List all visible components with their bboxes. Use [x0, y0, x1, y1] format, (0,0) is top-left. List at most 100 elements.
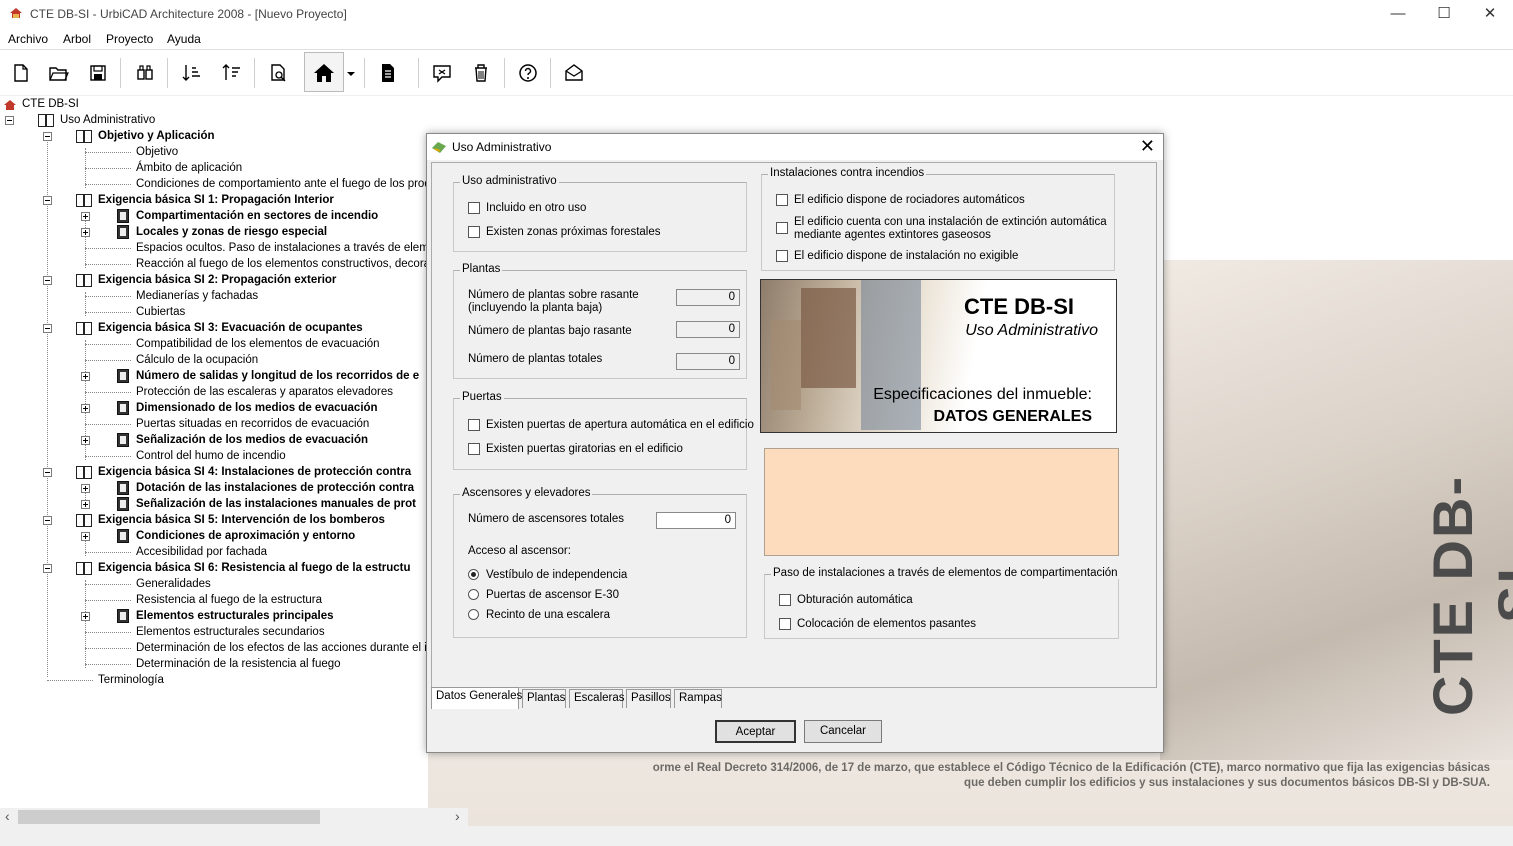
tree-node[interactable]: Terminología [98, 672, 164, 688]
tree-node[interactable]: Exigencia básica SI 2: Propagación exter… [98, 272, 336, 288]
tree-node[interactable]: Número de salidas y longitud de los reco… [136, 368, 419, 384]
expand-icon[interactable] [81, 212, 90, 221]
checkbox-elementos-pasantes[interactable] [779, 618, 791, 630]
radio-vestibulo-independencia[interactable] [468, 569, 479, 580]
plantas-sobre-rasante-input[interactable]: 0 [676, 289, 740, 306]
close-icon[interactable]: ✕ [1467, 0, 1513, 28]
aceptar-button[interactable]: Aceptar [715, 720, 796, 743]
tree-node[interactable]: Elementos estructurales principales [136, 608, 334, 624]
scroll-right-icon[interactable]: › [455, 808, 460, 824]
tree-node[interactable]: Dotación de las instalaciones de protecc… [136, 480, 414, 496]
expand-icon[interactable] [81, 500, 90, 509]
plantas-totales-input[interactable]: 0 [676, 353, 740, 370]
tree-node[interactable]: Exigencia básica SI 6: Resistencia al fu… [98, 560, 411, 576]
project-tree[interactable]: CTE DB-SI Uso Administrativo Objetivo y … [0, 96, 428, 808]
tree-node[interactable]: Exigencia básica SI 3: Evacuación de ocu… [98, 320, 363, 336]
radio-puertas-e30[interactable] [468, 589, 479, 600]
tree-node[interactable]: Compartimentación en sectores de incendi… [136, 208, 378, 224]
mail-icon[interactable] [560, 59, 588, 87]
tree-node[interactable]: Puertas situadas en recorridos de evacua… [136, 416, 369, 432]
tree-node[interactable]: Elementos estructurales secundarios [136, 624, 325, 640]
tree-root[interactable]: CTE DB-SI [22, 96, 79, 112]
checkbox-extincion-automatica[interactable] [776, 222, 788, 234]
tree-node[interactable]: Determinación de los efectos de las acci… [136, 640, 428, 656]
collapse-icon[interactable] [43, 516, 52, 525]
tree-node[interactable]: Señalización de los medios de evacuación [136, 432, 368, 448]
tree-node[interactable]: Exigencia básica SI 1: Propagación Inter… [98, 192, 334, 208]
delete-icon[interactable] [467, 59, 495, 87]
expand-icon[interactable] [81, 372, 90, 381]
expand-icon[interactable] [81, 436, 90, 445]
tree-node[interactable]: Condiciones de comportamiento ante el fu… [136, 176, 428, 192]
checkbox-incluido-otro-uso[interactable] [468, 202, 480, 214]
expand-icon[interactable] [81, 228, 90, 237]
collapse-icon[interactable] [43, 132, 52, 141]
collapse-icon[interactable] [5, 116, 14, 125]
tree-node[interactable]: Ámbito de aplicación [136, 160, 242, 176]
tree-node[interactable]: Protección de las escaleras y aparatos e… [136, 384, 393, 400]
numero-ascensores-input[interactable]: 0 [656, 512, 736, 529]
tree-node[interactable]: Locales y zonas de riesgo especial [136, 224, 327, 240]
tree-node[interactable]: Objetivo [136, 144, 178, 160]
dialog-close-icon[interactable]: ✕ [1140, 136, 1155, 157]
checkbox-puertas-giratorias[interactable] [468, 443, 480, 455]
tree-node[interactable]: Condiciones de aproximación y entorno [136, 528, 355, 544]
help-icon[interactable] [514, 59, 542, 87]
maximize-icon[interactable]: ☐ [1421, 0, 1467, 28]
new-file-icon[interactable] [6, 59, 34, 87]
tree-node[interactable]: Compatibilidad de los elementos de evacu… [136, 336, 380, 352]
tree-node[interactable]: Exigencia básica SI 4: Instalaciones de … [98, 464, 411, 480]
cancelar-button[interactable]: Cancelar [804, 720, 882, 743]
collapse-icon[interactable] [43, 324, 52, 333]
expand-icon[interactable] [81, 484, 90, 493]
scrollbar-thumb[interactable] [18, 810, 320, 824]
menu-proyecto[interactable]: Proyecto [106, 32, 153, 46]
tree-node[interactable]: Control del humo de incendio [136, 448, 286, 464]
document-icon[interactable] [374, 59, 402, 87]
tab-datos-generales[interactable]: Datos Generales [431, 687, 522, 709]
find-icon[interactable] [131, 59, 159, 87]
collapse-icon[interactable] [43, 564, 52, 573]
save-icon[interactable] [84, 59, 112, 87]
checkbox-obturacion-automatica[interactable] [779, 594, 791, 606]
tab-escaleras[interactable]: Escaleras [569, 689, 625, 708]
tree-node[interactable]: Objetivo y Aplicación [98, 128, 215, 144]
radio-recinto-escalera[interactable] [468, 609, 479, 620]
tree-node[interactable]: Medianerías y fachadas [136, 288, 258, 304]
tab-rampas[interactable]: Rampas [674, 689, 722, 708]
collapse-icon[interactable] [43, 468, 52, 477]
tree-node[interactable]: Reacción al fuego de los elementos const… [136, 256, 428, 272]
menu-arbol[interactable]: Arbol [63, 32, 91, 46]
tree-node[interactable]: Cálculo de la ocupación [136, 352, 258, 368]
tree-node[interactable]: Determinación de la resistencia al fuego [136, 656, 341, 672]
collapse-icon[interactable] [43, 276, 52, 285]
tab-pasillos[interactable]: Pasillos [626, 689, 671, 708]
expand-icon[interactable] [81, 404, 90, 413]
home-icon[interactable] [310, 59, 338, 87]
tree-node[interactable]: Generalidades [136, 576, 211, 592]
minimize-icon[interactable]: — [1375, 0, 1421, 28]
tree-node[interactable]: Exigencia básica SI 5: Intervención de l… [98, 512, 385, 528]
expand-icon[interactable] [81, 612, 90, 621]
tree-node[interactable]: Dimensionado de los medios de evacuación [136, 400, 378, 416]
menu-ayuda[interactable]: Ayuda [167, 32, 201, 46]
tree-node[interactable]: Uso Administrativo [60, 112, 155, 128]
tree-node[interactable]: Accesibilidad por fachada [136, 544, 267, 560]
menu-archivo[interactable]: Archivo [8, 32, 48, 46]
checkbox-no-exigible[interactable] [776, 250, 788, 262]
dropdown-arrow-icon[interactable] [340, 59, 362, 87]
sort-ascending-icon[interactable] [177, 59, 205, 87]
scroll-left-icon[interactable]: ‹ [5, 808, 10, 824]
checkbox-zonas-forestales[interactable] [468, 226, 480, 238]
collapse-icon[interactable] [43, 196, 52, 205]
tree-node[interactable]: Resistencia al fuego de la estructura [136, 592, 322, 608]
sort-descending-icon[interactable] [217, 59, 245, 87]
tree-node[interactable]: Espacios ocultos. Paso de instalaciones … [136, 240, 428, 256]
open-folder-icon[interactable] [44, 59, 72, 87]
checkbox-rociadores[interactable] [776, 194, 788, 206]
plantas-bajo-rasante-input[interactable]: 0 [676, 321, 740, 338]
tree-node[interactable]: Señalización de las instalaciones manual… [136, 496, 416, 512]
checkbox-puertas-automaticas[interactable] [468, 419, 480, 431]
comment-icon[interactable] [428, 59, 456, 87]
tab-plantas[interactable]: Plantas [522, 689, 566, 708]
